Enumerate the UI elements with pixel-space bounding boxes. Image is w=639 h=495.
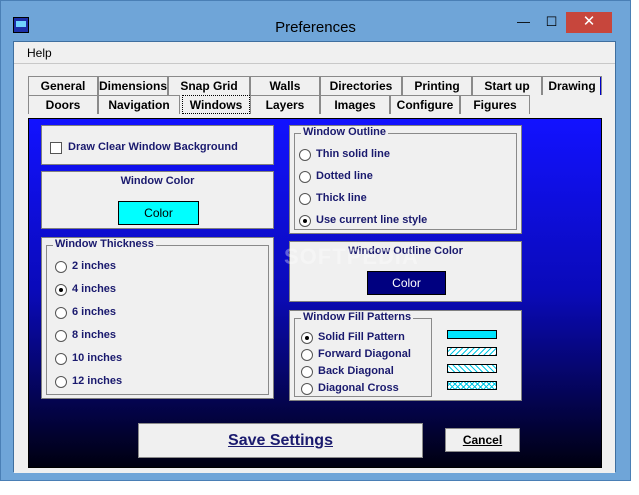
tab-images[interactable]: Images xyxy=(320,95,390,114)
tab-row-2: Doors Navigation Windows Layers Images C… xyxy=(28,95,602,115)
close-icon[interactable]: ✕ xyxy=(566,12,612,33)
tab-windows[interactable]: Windows xyxy=(182,95,250,114)
minimize-icon[interactable]: — xyxy=(510,12,537,33)
fill-title: Window Fill Patterns xyxy=(301,311,414,323)
thickness-6-label: 6 inches xyxy=(72,306,117,318)
fill-groupbox: Window Fill Patterns Solid Fill Pattern … xyxy=(294,311,432,397)
tab-walls[interactable]: Walls xyxy=(250,76,320,95)
fill-back-radio[interactable] xyxy=(301,366,313,378)
outline-thin-label: Thin solid line xyxy=(316,148,390,160)
save-settings-button[interactable]: Save Settings xyxy=(138,423,423,458)
fill-forward-radio[interactable] xyxy=(301,349,313,361)
fill-cross-radio[interactable] xyxy=(301,383,313,395)
thickness-groupbox: Window Thickness 2 inches 4 inches 6 inc… xyxy=(46,238,269,395)
preferences-window: Preferences — ☐ ✕ Help General Dimension… xyxy=(0,0,631,481)
fill-back-label: Back Diagonal xyxy=(318,365,394,377)
maximize-icon[interactable]: ☐ xyxy=(538,12,565,33)
thickness-8-radio[interactable] xyxy=(55,330,67,342)
tab-drawing[interactable]: Drawing xyxy=(542,76,602,95)
tab-layers[interactable]: Layers xyxy=(250,95,320,114)
outline-dotted-label: Dotted line xyxy=(316,170,373,182)
window-color-panel: Window Color Color xyxy=(41,171,274,229)
swatch-solid xyxy=(447,330,497,339)
outline-thick-radio[interactable] xyxy=(299,193,311,205)
tab-row-1: General Dimensions Snap Grid Walls Direc… xyxy=(28,76,602,96)
outline-current-label: Use current line style xyxy=(316,214,428,226)
thickness-12-label: 12 inches xyxy=(72,375,123,387)
outline-groupbox: Window Outline Thin solid line Dotted li… xyxy=(294,126,517,230)
tab-configure[interactable]: Configure xyxy=(390,95,460,114)
tab-general[interactable]: General xyxy=(28,76,98,95)
fill-solid-radio[interactable] xyxy=(301,332,313,344)
menu-help[interactable]: Help xyxy=(27,46,52,60)
clear-background-label: Draw Clear Window Background xyxy=(68,141,238,153)
window-outline-panel: Window Outline Thin solid line Dotted li… xyxy=(289,125,522,234)
tab-dimensions[interactable]: Dimensions xyxy=(98,76,168,95)
thickness-title: Window Thickness xyxy=(53,238,156,250)
cancel-button[interactable]: Cancel xyxy=(445,428,520,452)
tab-directories[interactable]: Directories xyxy=(320,76,402,95)
outline-thick-label: Thick line xyxy=(316,192,367,204)
client-area: Help General Dimensions Snap Grid Walls … xyxy=(13,41,616,473)
swatch-forward-diagonal xyxy=(447,347,497,356)
thickness-4-label: 4 inches xyxy=(72,283,117,295)
window-color-button[interactable]: Color xyxy=(118,201,199,225)
fill-forward-label: Forward Diagonal xyxy=(318,348,411,360)
fill-cross-label: Diagonal Cross xyxy=(318,382,399,394)
clear-background-panel: Draw Clear Window Background xyxy=(41,125,274,165)
thickness-4-radio[interactable] xyxy=(55,284,67,296)
fill-solid-label: Solid Fill Pattern xyxy=(318,331,405,343)
outline-current-radio[interactable] xyxy=(299,215,311,227)
clear-background-checkbox[interactable] xyxy=(50,142,62,154)
outline-color-button[interactable]: Color xyxy=(367,271,446,295)
watermark: SOFTPEDIA xyxy=(284,244,419,269)
tab-doors[interactable]: Doors xyxy=(28,95,98,114)
tab-navigation[interactable]: Navigation xyxy=(98,95,180,114)
tab-printing[interactable]: Printing xyxy=(402,76,472,95)
thickness-2-label: 2 inches xyxy=(72,260,117,272)
tab-figures[interactable]: Figures xyxy=(460,95,530,114)
outline-title: Window Outline xyxy=(301,126,388,138)
window-color-title: Window Color xyxy=(120,175,195,187)
thickness-2-radio[interactable] xyxy=(55,261,67,273)
outline-thin-radio[interactable] xyxy=(299,149,311,161)
tab-start-up[interactable]: Start up xyxy=(472,76,542,95)
outline-dotted-radio[interactable] xyxy=(299,171,311,183)
menu-bar: Help xyxy=(14,42,615,64)
tab-snap-grid[interactable]: Snap Grid xyxy=(168,76,250,95)
window-thickness-panel: Window Thickness 2 inches 4 inches 6 inc… xyxy=(41,237,274,399)
thickness-10-label: 10 inches xyxy=(72,352,123,364)
thickness-8-label: 8 inches xyxy=(72,329,117,341)
thickness-10-radio[interactable] xyxy=(55,353,67,365)
fill-patterns-panel: Window Fill Patterns Solid Fill Pattern … xyxy=(289,310,522,401)
thickness-6-radio[interactable] xyxy=(55,307,67,319)
swatch-back-diagonal xyxy=(447,364,497,373)
thickness-12-radio[interactable] xyxy=(55,376,67,388)
swatch-diagonal-cross xyxy=(447,381,497,390)
tab-area: General Dimensions Snap Grid Walls Direc… xyxy=(14,64,615,473)
title-bar[interactable]: Preferences — ☐ ✕ xyxy=(1,1,630,41)
